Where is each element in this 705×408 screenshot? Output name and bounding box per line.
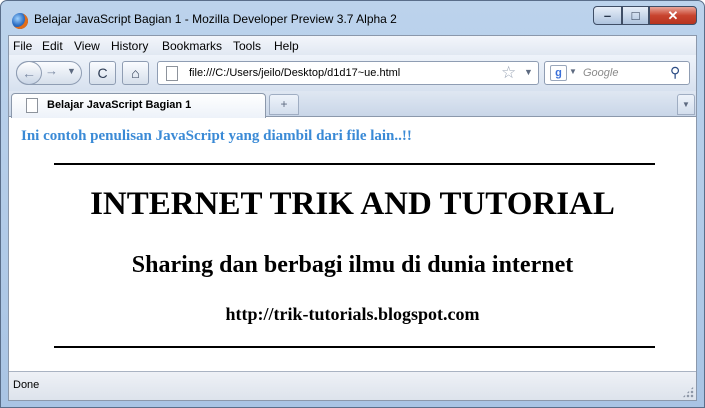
page-icon (26, 98, 38, 113)
menu-bar: File Edit View History Bookmarks Tools H… (9, 36, 696, 55)
heading-sub: Sharing dan berbagi ilmu di dunia intern… (131, 252, 574, 278)
menu-help[interactable]: Help (274, 39, 299, 53)
url-dropdown-icon[interactable]: ▼ (524, 67, 533, 77)
maximize-button[interactable]: □ (622, 6, 649, 25)
menu-bookmarks[interactable]: Bookmarks (162, 39, 222, 53)
url-text[interactable]: file:///C:/Users/jeilo/Desktop/d1d17~ue.… (189, 67, 400, 79)
title-bar[interactable]: Belajar JavaScript Bagian 1 - Mozilla De… (1, 1, 704, 34)
back-arrow-icon: ← (22, 65, 36, 81)
reload-button[interactable]: C (89, 61, 116, 85)
page-content: Ini contoh penulisan JavaScript yang dia… (9, 118, 696, 371)
new-tab-button[interactable]: + (269, 94, 299, 115)
divider-bottom (54, 346, 655, 348)
close-button[interactable]: ✕ (649, 6, 697, 25)
search-icon[interactable]: ⚲ (670, 64, 680, 81)
navigation-toolbar: ← → ▼ C ⌂ file:///C:/Users/jeilo/Desktop… (9, 55, 696, 91)
menu-history[interactable]: History (111, 39, 148, 53)
tab-active[interactable]: Belajar JavaScript Bagian 1 (11, 93, 266, 118)
home-icon: ⌂ (131, 65, 140, 81)
address-bar[interactable]: file:///C:/Users/jeilo/Desktop/d1d17~ue.… (157, 61, 539, 85)
back-button[interactable]: ← (16, 61, 42, 85)
history-dropdown-icon[interactable]: ▼ (67, 66, 76, 76)
bookmark-star-icon[interactable]: ☆ (501, 63, 516, 83)
plus-icon: + (280, 97, 288, 111)
browser-window: Belajar JavaScript Bagian 1 - Mozilla De… (0, 0, 705, 408)
resize-grip-icon[interactable] (682, 386, 694, 398)
chevron-down-icon: ▼ (682, 100, 690, 109)
google-icon[interactable]: g (550, 65, 567, 81)
reload-icon: C (97, 65, 108, 81)
forward-button[interactable]: → (45, 63, 58, 78)
list-all-tabs-button[interactable]: ▼ (677, 94, 695, 115)
status-bar: Done (9, 371, 696, 400)
menu-view[interactable]: View (74, 39, 100, 53)
tab-label: Belajar JavaScript Bagian 1 (47, 99, 192, 111)
back-forward-group: ← → ▼ (16, 61, 82, 85)
status-text: Done (13, 379, 40, 391)
menu-tools[interactable]: Tools (233, 39, 261, 53)
menu-file[interactable]: File (13, 39, 32, 53)
menu-edit[interactable]: Edit (42, 39, 63, 53)
window-title: Belajar JavaScript Bagian 1 - Mozilla De… (34, 12, 397, 26)
tab-strip: Belajar JavaScript Bagian 1 + ▼ (9, 91, 696, 118)
close-icon: ✕ (667, 8, 679, 23)
browser-client-area: File Edit View History Bookmarks Tools H… (8, 35, 697, 401)
home-button[interactable]: ⌂ (122, 61, 149, 85)
minimize-icon: – (603, 8, 612, 23)
search-box[interactable]: g ▼ Google ⚲ (544, 61, 690, 85)
heading-url: http://trik-tutorials.blogspot.com (225, 304, 480, 324)
heading-main: INTERNET TRIK AND TUTORIAL (90, 186, 615, 222)
intro-text: Ini contoh penulisan JavaScript yang dia… (21, 128, 412, 144)
engine-dropdown-icon[interactable]: ▼ (569, 67, 577, 76)
firefox-logo-icon (12, 13, 28, 29)
maximize-icon: □ (631, 8, 640, 23)
page-icon (166, 66, 178, 81)
divider-top (54, 163, 655, 165)
search-input[interactable]: Google (583, 67, 618, 79)
minimize-button[interactable]: – (593, 6, 622, 25)
